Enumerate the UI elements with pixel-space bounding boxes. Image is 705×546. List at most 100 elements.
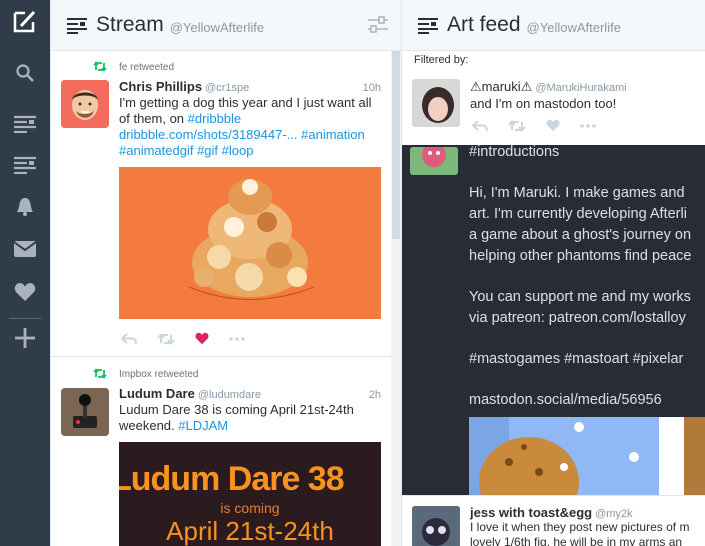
column-handle: @YellowAfterlife <box>526 20 621 35</box>
envelope-icon <box>13 241 37 257</box>
toot-line: Hi, I'm Maruki. I make games and <box>469 185 685 201</box>
column-icon <box>418 17 438 34</box>
more-icon <box>580 123 596 128</box>
toot-line: #introductions <box>469 144 560 160</box>
column-settings-button[interactable] <box>367 16 389 37</box>
retweet-icon <box>93 368 107 382</box>
toot-line: art. I'm currently developing Afterli <box>469 206 687 222</box>
art-feed-column: Art feed @YellowAfterlife Filtered by: #… <box>402 0 705 546</box>
media-title: Ludum Dare 38 <box>119 460 345 498</box>
avatar[interactable] <box>412 79 460 127</box>
tweet-time[interactable]: 2h <box>369 389 381 401</box>
toot-actions <box>472 119 616 132</box>
author-name[interactable]: Ludum Dare <box>119 386 195 401</box>
sidebar-divider <box>9 318 41 319</box>
reply-button[interactable] <box>121 332 137 345</box>
column-header[interactable]: Art feed @YellowAfterlife <box>402 0 705 51</box>
hashtag-link[interactable]: #gif <box>197 143 218 158</box>
toot-text: and I'm on mastodon too! <box>470 96 617 111</box>
more-button[interactable] <box>580 123 596 128</box>
tweet-author: Ludum Dare @ludumdare <box>119 386 261 401</box>
retweet-icon <box>157 332 175 345</box>
sidebar <box>0 0 50 546</box>
column-scrollbar[interactable] <box>391 51 401 546</box>
reply-button[interactable] <box>472 119 488 132</box>
plus-icon <box>15 328 35 348</box>
heart-icon <box>546 119 560 132</box>
heart-icon <box>195 332 209 345</box>
sidebar-item-stream[interactable] <box>0 106 50 142</box>
column-header[interactable]: Stream @YellowAfterlife <box>51 0 401 51</box>
author-name[interactable]: jess with toast&egg <box>470 505 592 520</box>
hashtag-link[interactable]: #LDJAM <box>178 418 228 433</box>
heart-icon <box>14 283 36 301</box>
sidebar-item-notifications[interactable] <box>0 188 50 224</box>
avatar[interactable] <box>61 80 109 128</box>
reply-icon <box>121 332 137 344</box>
author-handle[interactable]: @cr1spe <box>205 82 249 94</box>
url-link[interactable]: dribbble.com/shots/3189447-... <box>119 127 298 142</box>
sliders-icon <box>368 16 388 33</box>
hashtag-link[interactable]: #loop <box>222 143 254 158</box>
reply-icon <box>472 119 488 131</box>
author-name[interactable]: ⚠maruki⚠ <box>470 79 532 94</box>
author-handle[interactable]: @my2k <box>595 508 632 520</box>
filter-toot[interactable]: ⚠maruki⚠ @MarukiHurakami and I'm on masto… <box>402 70 705 145</box>
add-column-button[interactable] <box>0 320 50 356</box>
tweet-media-ludum-dare[interactable]: Ludum Dare 38 is coming April 21st-24th <box>119 442 381 546</box>
column-icon <box>14 156 36 174</box>
search-icon <box>16 64 34 82</box>
toot-line: helping other phantoms find peace <box>469 248 692 264</box>
more-button[interactable] <box>229 336 245 341</box>
hashtag-link[interactable]: #dribbble <box>188 111 242 126</box>
scrollbar-thumb[interactable] <box>392 51 400 239</box>
retweet-context: fe retweeted <box>93 61 174 73</box>
tweet-text: I'm getting a dog this year and I just w… <box>119 95 372 158</box>
filter-label: Filtered by: <box>414 54 469 66</box>
column-handle: @YellowAfterlife <box>169 20 265 35</box>
toot-line: You can support me and my works <box>469 289 691 305</box>
author-handle[interactable]: @ludumdare <box>198 389 261 401</box>
sidebar-item-messages[interactable] <box>0 231 50 267</box>
author-handle[interactable]: @MarukiHurakami <box>535 82 626 94</box>
hashtag-link[interactable]: #animation <box>301 127 365 142</box>
sidebar-item-art-feed[interactable] <box>0 147 50 183</box>
toot-line: via patreon: patreon.com/lostalloy <box>469 310 686 326</box>
author-name[interactable]: Chris Phillips <box>119 79 202 94</box>
like-button[interactable] <box>195 332 209 345</box>
avatar[interactable] <box>412 506 460 546</box>
media-date: April 21st-24th <box>166 516 334 546</box>
tweet-text: Ludum Dare 38 is coming April 21st-24th … <box>119 402 354 433</box>
retweet-button[interactable] <box>157 332 175 345</box>
toot-line: mastodon.social/media/56956 <box>469 392 662 408</box>
tweet-time[interactable]: 10h <box>363 82 381 94</box>
retweet-icon <box>508 119 526 132</box>
retweet-context: Impbox retweeted <box>93 368 199 380</box>
column-title: Art feed <box>447 13 521 36</box>
like-button[interactable] <box>546 119 560 132</box>
retweet-icon <box>93 61 107 75</box>
toot[interactable]: jess with toast&egg @my2k I love it when … <box>402 495 705 546</box>
column-icon <box>67 17 87 34</box>
compose-icon <box>13 10 36 33</box>
toot-line: a game about a ghost's journey on <box>469 227 692 243</box>
compose-button[interactable] <box>0 4 50 40</box>
hashtag-link[interactable]: #animatedgif <box>119 143 193 158</box>
toot-text: I love it when they post new pictures of… <box>470 520 690 546</box>
avatar[interactable] <box>410 147 458 175</box>
toot-media[interactable] <box>469 417 705 495</box>
avatar[interactable] <box>61 388 109 436</box>
toot-author: jess with toast&egg @my2k <box>470 505 633 520</box>
stream-column: Stream @YellowAfterlife fe retweeted Chr… <box>51 0 401 546</box>
toot-line: #mastogames #mastoart #pixelar <box>469 351 684 367</box>
bell-icon <box>17 198 33 216</box>
column-title: Stream <box>96 13 164 36</box>
tweet[interactable]: Impbox retweeted Ludum Dare @ludumdare 2h… <box>51 357 391 546</box>
sidebar-item-likes[interactable] <box>0 274 50 310</box>
media-subtitle: is coming <box>220 500 280 516</box>
retweet-button[interactable] <box>508 119 526 132</box>
tweet-media-dogs[interactable] <box>119 167 381 319</box>
tweet[interactable]: fe retweeted Chris Phillips @cr1spe 10h I… <box>51 51 391 357</box>
tweet-actions <box>121 332 265 345</box>
search-button[interactable] <box>0 55 50 91</box>
